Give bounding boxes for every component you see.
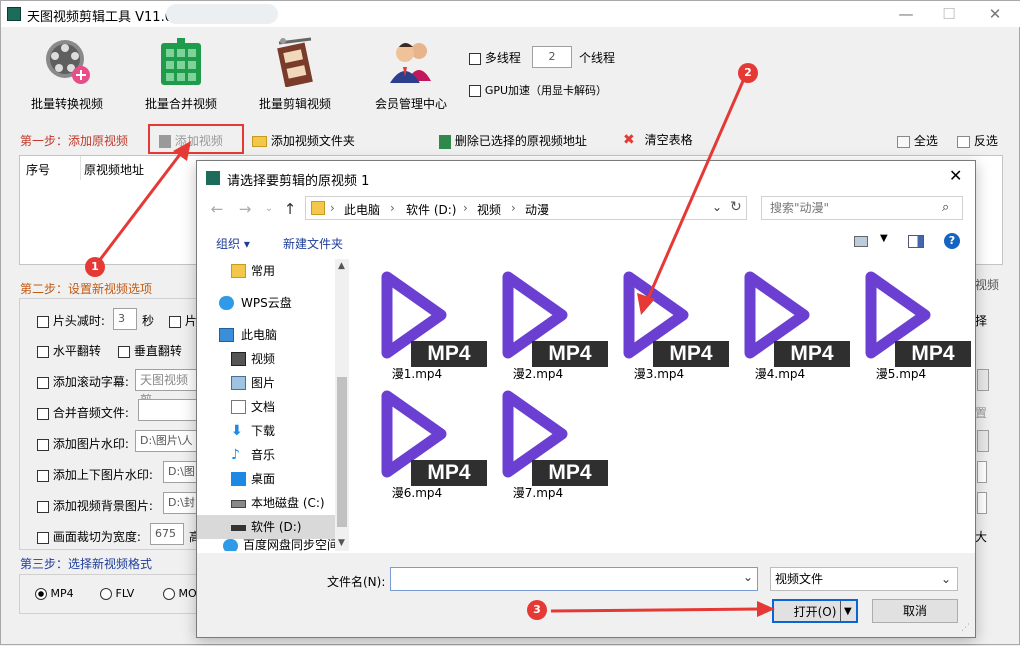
- annotation-arrows: [97, 80, 775, 617]
- annotation-badge-2: 2: [738, 63, 758, 83]
- annotation-badge-3: 3: [527, 600, 547, 620]
- arrow-3-head: [757, 601, 775, 617]
- arrow-3-line: [550, 607, 762, 613]
- annotation-badge-1: 1: [85, 257, 105, 277]
- arrow-2-line: [645, 80, 745, 302]
- app-window: 天图视频剪辑工具 V11.0 — ☐ ✕ 批量转换视频 批量合并视频 批量剪辑视…: [0, 0, 1020, 645]
- arrow-1-line: [97, 152, 183, 262]
- arrow-2-head: [637, 293, 655, 315]
